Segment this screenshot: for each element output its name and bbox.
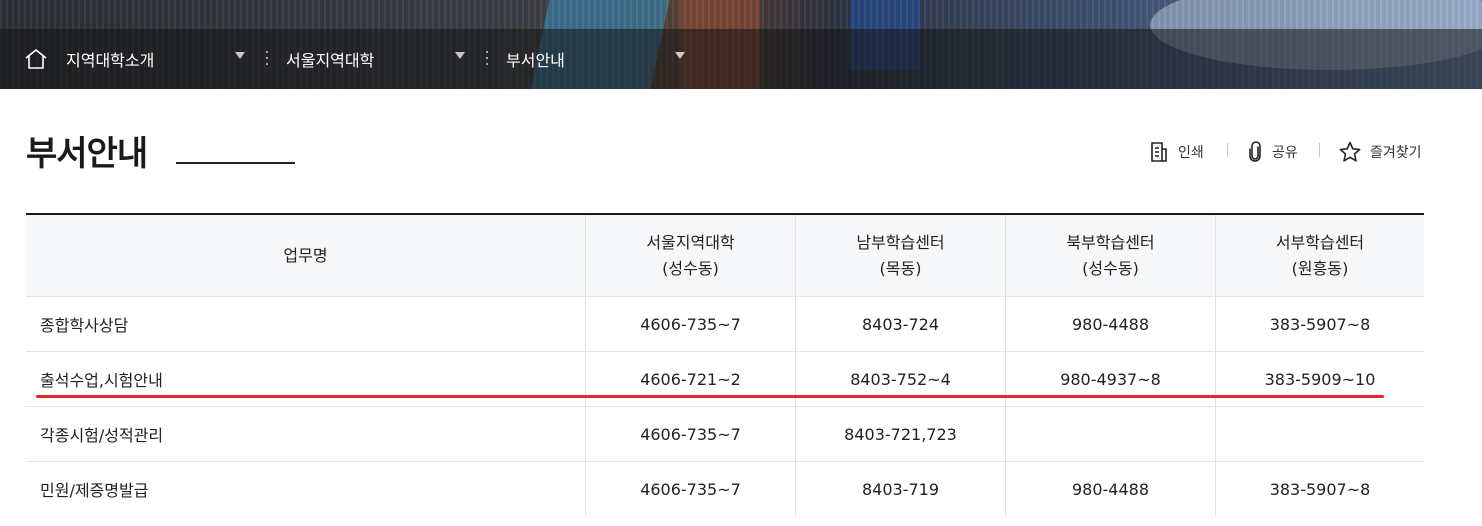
phone-north <box>1005 407 1215 461</box>
page-title: 부서안내 <box>26 134 148 174</box>
print-icon <box>1151 142 1167 162</box>
phone-south: 8403-719 <box>795 462 1005 516</box>
highlight-underline <box>36 395 1384 398</box>
phone-west: 383-5907~8 <box>1215 462 1424 516</box>
favorite-button[interactable]: 즐겨찾기 <box>1338 140 1422 164</box>
print-button[interactable]: 인쇄 <box>1148 140 1204 164</box>
phone-north: 980-4488 <box>1005 297 1215 351</box>
divider-dots-icon <box>485 51 488 65</box>
breadcrumb-item-departments[interactable]: 부서안내 <box>506 29 565 89</box>
print-label: 인쇄 <box>1178 145 1204 161</box>
table-row: 출석수업,시험안내 4606-721~2 8403-752~4 980-4937… <box>26 352 1424 407</box>
breadcrumb-item-seoul-campus[interactable]: 서울지역대학 <box>286 29 374 89</box>
divider <box>1227 143 1228 157</box>
title-underline <box>176 162 295 164</box>
chevron-down-icon[interactable] <box>235 52 245 59</box>
phone-seoul: 4606-735~7 <box>585 462 795 516</box>
column-header-task: 업무명 <box>26 215 585 296</box>
phone-seoul: 4606-735~7 <box>585 297 795 351</box>
breadcrumb-label: 지역대학소개 <box>66 51 155 70</box>
divider <box>1319 143 1320 157</box>
column-header-west: 서부학습센터 (원흥동) <box>1215 215 1424 296</box>
table-header-row: 업무명 서울지역대학 (성수동) 남부학습센터 (목동) 북부학습센터 (성수동… <box>26 215 1424 297</box>
paperclip-icon <box>1249 141 1261 162</box>
home-icon[interactable] <box>24 48 48 70</box>
breadcrumb <box>0 29 1482 89</box>
share-label: 공유 <box>1272 145 1298 161</box>
breadcrumb-label: 부서안내 <box>506 51 565 70</box>
phone-west: 383-5907~8 <box>1215 297 1424 351</box>
table-row: 종합학사상담 4606-735~7 8403-724 980-4488 383-… <box>26 297 1424 352</box>
chevron-down-icon[interactable] <box>455 52 465 59</box>
column-header-north: 북부학습센터 (성수동) <box>1005 215 1215 296</box>
star-icon <box>1339 141 1361 162</box>
phone-south: 8403-721,723 <box>795 407 1005 461</box>
share-button[interactable]: 공유 <box>1246 140 1298 164</box>
column-header-seoul: 서울지역대학 (성수동) <box>585 215 795 296</box>
divider-dots-icon <box>265 51 268 65</box>
task-name: 민원/제증명발급 <box>40 481 149 500</box>
phone-south: 8403-724 <box>795 297 1005 351</box>
phone-west <box>1215 407 1424 461</box>
task-name: 각종시험/성적관리 <box>40 426 164 445</box>
hero-banner <box>0 0 1482 89</box>
breadcrumb-item-region-intro[interactable]: 지역대학소개 <box>66 29 154 89</box>
breadcrumb-label: 서울지역대학 <box>286 51 375 70</box>
phone-north: 980-4488 <box>1005 462 1215 516</box>
favorite-label: 즐겨찾기 <box>1370 145 1422 161</box>
column-header-south: 남부학습센터 (목동) <box>795 215 1005 296</box>
phone-seoul: 4606-735~7 <box>585 407 795 461</box>
table-row: 각종시험/성적관리 4606-735~7 8403-721,723 <box>26 407 1424 462</box>
department-table: 업무명 서울지역대학 (성수동) 남부학습센터 (목동) 북부학습센터 (성수동… <box>26 213 1424 516</box>
task-name: 종합학사상담 <box>40 316 129 335</box>
table-row: 민원/제증명발급 4606-735~7 8403-719 980-4488 38… <box>26 462 1424 516</box>
chevron-down-icon[interactable] <box>675 52 685 59</box>
